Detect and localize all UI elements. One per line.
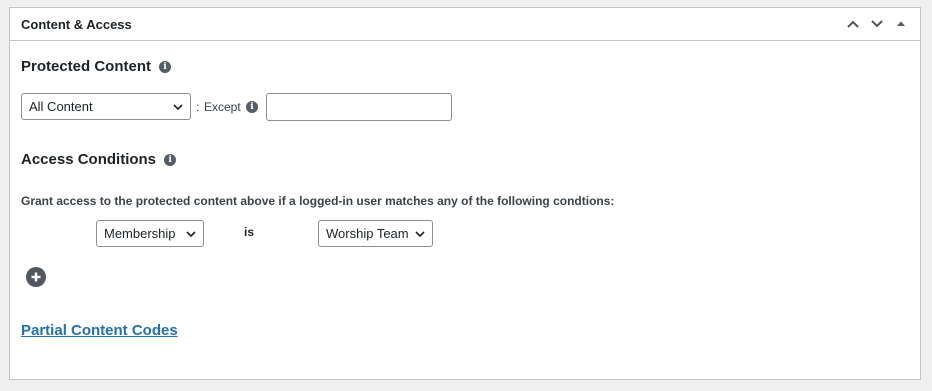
panel-header: Content & Access [10, 8, 920, 41]
chevron-up-icon[interactable] [844, 15, 862, 33]
except-label: Except [204, 100, 241, 114]
chevron-down-icon [415, 230, 425, 237]
access-conditions-description: Grant access to the protected content ab… [21, 194, 615, 208]
panel-body: Protected Content i All Content : Except… [10, 41, 920, 380]
plus-icon [31, 272, 41, 282]
info-icon[interactable]: i [159, 60, 172, 73]
except-input[interactable] [266, 93, 452, 121]
triangle-up-icon[interactable] [892, 15, 910, 33]
content-access-panel: Content & Access Protected Content i All… [9, 7, 921, 380]
panel-handle-actions [844, 15, 910, 33]
protected-content-heading: Protected Content i [21, 58, 172, 75]
protected-content-title: Protected Content [21, 58, 152, 75]
protected-content-select[interactable]: All Content [21, 93, 191, 120]
add-condition-button[interactable] [26, 267, 46, 287]
condition-value-text: Worship Team [326, 226, 409, 241]
access-conditions-heading: Access Conditions i [21, 151, 177, 168]
condition-type-value: Membership [104, 226, 176, 241]
panel-title: Content & Access [21, 16, 132, 32]
except-separator: : [196, 100, 200, 114]
protected-content-select-value: All Content [29, 99, 93, 114]
condition-operator: is [244, 225, 255, 239]
chevron-down-icon[interactable] [868, 15, 886, 33]
condition-value-select[interactable]: Worship Team [318, 220, 433, 247]
condition-type-select[interactable]: Membership [96, 220, 204, 247]
info-icon[interactable]: i [164, 153, 177, 166]
info-icon[interactable]: i [246, 101, 258, 113]
chevron-down-icon [173, 103, 183, 110]
partial-content-codes-link[interactable]: Partial Content Codes [21, 322, 178, 339]
access-conditions-title: Access Conditions [21, 151, 157, 168]
chevron-down-icon [186, 230, 196, 237]
